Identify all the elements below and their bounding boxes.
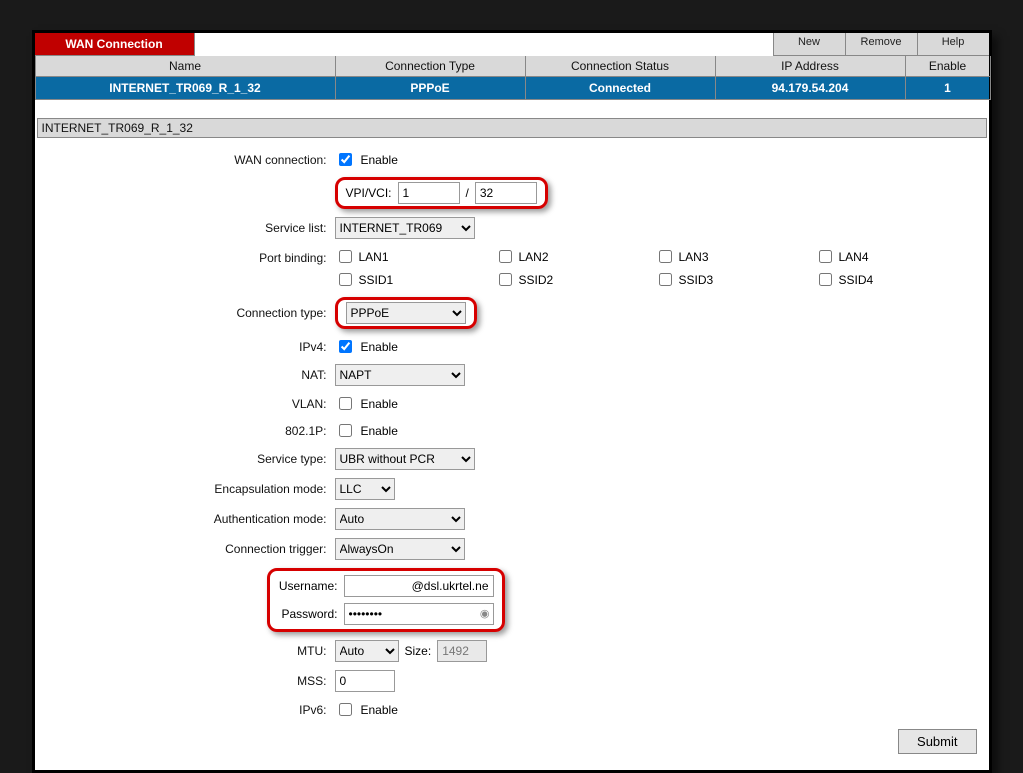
mtu-size-input (437, 640, 487, 662)
label-connection-trigger: Connection trigger: (35, 542, 335, 556)
label-ipv4: IPv4: (35, 340, 335, 354)
col-enable: Enable (905, 56, 991, 77)
port-ssid3-label: SSID3 (679, 273, 714, 287)
vpivci-separator: / (466, 186, 469, 200)
cell-type: PPPoE (335, 77, 525, 100)
cell-status: Connected (525, 77, 715, 100)
wan-enable-text: Enable (361, 153, 398, 167)
8021p-enable-text: Enable (361, 424, 398, 438)
label-service-list: Service list: (35, 221, 335, 235)
wan-enable-checkbox[interactable] (339, 153, 352, 166)
password-input[interactable] (344, 603, 494, 625)
port-lan1-checkbox[interactable] (339, 250, 352, 263)
label-password: Password: (278, 607, 338, 621)
mss-input[interactable] (335, 670, 395, 692)
cell-enable: 1 (905, 77, 991, 100)
label-ipv6: IPv6: (35, 703, 335, 717)
encapsulation-select[interactable]: LLC (335, 478, 395, 500)
cell-ip: 94.179.54.204 (715, 77, 905, 100)
label-mss: MSS: (35, 674, 335, 688)
help-button[interactable]: Help (917, 33, 989, 56)
port-lan4-checkbox[interactable] (819, 250, 832, 263)
col-name: Name (35, 56, 335, 77)
service-list-select[interactable]: INTERNET_TR069 (335, 217, 475, 239)
new-button[interactable]: New (773, 33, 845, 56)
label-username: Username: (278, 579, 338, 593)
label-8021p: 802.1P: (35, 424, 335, 438)
ipv4-enable-checkbox[interactable] (339, 340, 352, 353)
col-conn-status: Connection Status (525, 56, 715, 77)
col-ip-address: IP Address (715, 56, 905, 77)
ipv6-enable-text: Enable (361, 703, 398, 717)
port-ssid1-label: SSID1 (359, 273, 394, 287)
label-encapsulation-mode: Encapsulation mode: (35, 482, 335, 496)
port-lan2-checkbox[interactable] (499, 250, 512, 263)
port-lan4-label: LAN4 (839, 250, 869, 264)
highlight-credentials: Username: Password: ◉ (267, 568, 505, 632)
highlight-vpivci: VPI/VCI: / (335, 177, 548, 209)
port-lan3-label: LAN3 (679, 250, 709, 264)
service-type-select[interactable]: UBR without PCR (335, 448, 475, 470)
label-vpivci: VPI/VCI: (346, 186, 392, 200)
vpi-input[interactable] (398, 182, 460, 204)
col-conn-type: Connection Type (335, 56, 525, 77)
label-authentication-mode: Authentication mode: (35, 512, 335, 526)
cell-name: INTERNET_TR069_R_1_32 (35, 77, 335, 100)
nat-select[interactable]: NAPT (335, 364, 465, 386)
8021p-enable-checkbox[interactable] (339, 424, 352, 437)
mtu-select[interactable]: Auto (335, 640, 399, 662)
label-mtu: MTU: (35, 644, 335, 658)
eye-icon[interactable]: ◉ (480, 607, 490, 620)
port-lan1-label: LAN1 (359, 250, 389, 264)
port-ssid2-label: SSID2 (519, 273, 554, 287)
tab-wan-connection[interactable]: WAN Connection (35, 33, 195, 56)
authentication-select[interactable]: Auto (335, 508, 465, 530)
section-title: INTERNET_TR069_R_1_32 (37, 118, 987, 138)
label-connection-type: Connection type: (35, 306, 335, 320)
port-lan2-label: LAN2 (519, 250, 549, 264)
port-ssid2-checkbox[interactable] (499, 273, 512, 286)
submit-button[interactable]: Submit (898, 729, 976, 754)
label-nat: NAT: (35, 368, 335, 382)
vlan-enable-checkbox[interactable] (339, 397, 352, 410)
ipv6-enable-checkbox[interactable] (339, 703, 352, 716)
wan-connection-panel: WAN Connection New Remove Help Name Conn… (32, 30, 992, 773)
connection-type-select[interactable]: PPPoE (346, 302, 466, 324)
port-ssid4-checkbox[interactable] (819, 273, 832, 286)
port-lan3-checkbox[interactable] (659, 250, 672, 263)
ipv4-enable-text: Enable (361, 340, 398, 354)
port-ssid4-label: SSID4 (839, 273, 874, 287)
label-size: Size: (405, 644, 432, 658)
label-port-binding: Port binding: (35, 247, 335, 265)
port-ssid1-checkbox[interactable] (339, 273, 352, 286)
top-bar: WAN Connection New Remove Help (35, 33, 989, 56)
username-input[interactable] (344, 575, 494, 597)
connection-table-header: Name Connection Type Connection Status I… (35, 56, 989, 77)
connection-form: INTERNET_TR069_R_1_32 WAN connection: En… (35, 100, 989, 770)
label-wan-connection: WAN connection: (35, 153, 335, 167)
vci-input[interactable] (475, 182, 537, 204)
vlan-enable-text: Enable (361, 397, 398, 411)
connection-row-selected[interactable]: INTERNET_TR069_R_1_32 PPPoE Connected 94… (35, 77, 989, 100)
port-ssid3-checkbox[interactable] (659, 273, 672, 286)
remove-button[interactable]: Remove (845, 33, 917, 56)
connection-trigger-select[interactable]: AlwaysOn (335, 538, 465, 560)
label-service-type: Service type: (35, 452, 335, 466)
label-vlan: VLAN: (35, 397, 335, 411)
